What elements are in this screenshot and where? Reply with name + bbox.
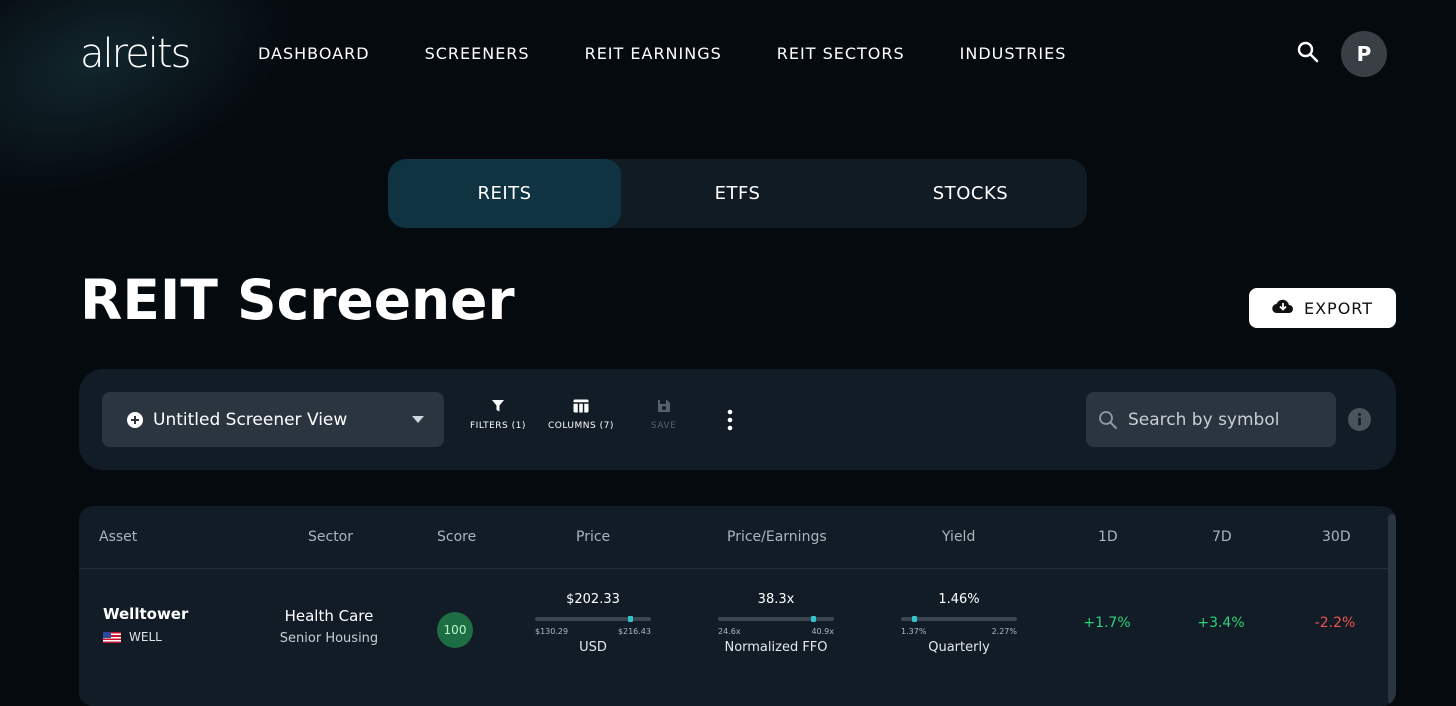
nav-dashboard[interactable]: DASHBOARD — [258, 44, 370, 64]
nav-screeners[interactable]: SCREENERS — [425, 44, 530, 64]
page-title: REIT Screener — [80, 268, 515, 332]
columns-button[interactable]: COLUMNS (7) — [548, 399, 614, 431]
chevron-down-icon — [412, 416, 424, 423]
column-header-1d[interactable]: 1D — [1098, 529, 1118, 545]
table-scrollbar[interactable] — [1388, 514, 1396, 704]
yield-range-marker — [912, 616, 918, 622]
tab-stocks[interactable]: STOCKS — [854, 159, 1087, 228]
columns-label: COLUMNS (7) — [548, 421, 614, 431]
save-button[interactable]: SAVE — [651, 399, 676, 431]
column-header-score[interactable]: Score — [437, 529, 476, 545]
column-header-yield[interactable]: Yield — [942, 529, 975, 545]
price-range-marker — [628, 616, 634, 622]
price-metric: $202.33 $130.29 $216.43 USD — [535, 592, 651, 655]
logo[interactable]: alreits — [80, 30, 191, 78]
main-nav: DASHBOARD SCREENERS REIT EARNINGS REIT S… — [258, 44, 1121, 64]
symbol-search — [1086, 392, 1336, 447]
pe-unit: Normalized FFO — [724, 640, 828, 655]
subsector-name: Senior Housing — [279, 631, 379, 646]
columns-icon — [573, 399, 589, 413]
pe-high: 40.9x — [811, 627, 834, 636]
screener-table: Asset Sector Score Price Price/Earnings … — [79, 506, 1396, 706]
asset-name[interactable]: Welltower — [103, 605, 188, 623]
pe-low: 24.6x — [718, 627, 741, 636]
screener-view-select[interactable]: Untitled Screener View — [102, 392, 444, 447]
pe-range-bar — [718, 616, 834, 622]
save-label: SAVE — [651, 421, 677, 431]
yield-low: 1.37% — [901, 627, 927, 636]
table-header: Asset Sector Score Price Price/Earnings … — [79, 506, 1389, 569]
yield-unit: Quarterly — [928, 640, 990, 655]
avatar[interactable]: P — [1341, 31, 1387, 77]
info-icon[interactable] — [1348, 408, 1371, 431]
search-icon[interactable] — [1296, 40, 1322, 66]
pe-value: 38.3x — [757, 592, 795, 607]
price-high: $216.43 — [617, 627, 651, 636]
yield-high: 2.27% — [991, 627, 1017, 636]
filters-button[interactable]: FILTERS (1) — [470, 399, 526, 431]
add-circle-icon — [127, 411, 143, 428]
table-row[interactable]: Welltower WELL Health Care Senior Housin… — [79, 569, 1389, 689]
export-label: EXPORT — [1303, 298, 1374, 318]
price-low: $130.29 — [535, 627, 569, 636]
nav-reit-earnings[interactable]: REIT EARNINGS — [585, 44, 722, 64]
cloud-download-icon — [1272, 298, 1294, 318]
sector-name: Health Care — [284, 607, 374, 625]
change-30d: -2.2% — [1314, 615, 1356, 631]
change-7d: +3.4% — [1197, 615, 1245, 631]
price-unit: USD — [579, 640, 607, 655]
column-header-price-earnings[interactable]: Price/Earnings — [727, 529, 827, 545]
price-value: $202.33 — [566, 592, 620, 607]
column-header-30d[interactable]: 30D — [1322, 529, 1351, 545]
change-1d: +1.7% — [1083, 615, 1131, 631]
symbol-search-input[interactable] — [1126, 408, 1330, 431]
score-badge: 100 — [437, 612, 473, 648]
yield-range-bar — [901, 616, 1017, 622]
filters-label: FILTERS (1) — [470, 421, 526, 431]
yield-value: 1.46% — [938, 592, 980, 607]
asset-symbol: WELL — [103, 630, 162, 644]
screener-toolbar: Untitled Screener View FILTERS (1) COLUM… — [79, 369, 1396, 470]
us-flag-icon — [103, 631, 121, 643]
save-icon — [657, 400, 670, 412]
tab-reits[interactable]: REITS — [388, 159, 621, 228]
filter-icon — [491, 400, 504, 412]
nav-reit-sectors[interactable]: REIT SECTORS — [777, 44, 905, 64]
tab-etfs[interactable]: ETFS — [621, 159, 854, 228]
asset-ticker: WELL — [129, 630, 162, 644]
export-button[interactable]: EXPORT — [1249, 288, 1396, 328]
column-header-7d[interactable]: 7D — [1212, 529, 1232, 545]
screener-view-name: Untitled Screener View — [153, 409, 348, 430]
yield-metric: 1.46% 1.37% 2.27% Quarterly — [901, 592, 1017, 655]
nav-industries[interactable]: INDUSTRIES — [960, 44, 1067, 64]
asset-type-tabs: REITS ETFS STOCKS — [388, 159, 1087, 228]
search-icon — [1099, 410, 1117, 429]
pe-metric: 38.3x 24.6x 40.9x Normalized FFO — [718, 592, 834, 655]
price-range-bar — [535, 616, 651, 622]
more-options-icon[interactable] — [723, 408, 737, 432]
pe-range-marker — [811, 616, 817, 622]
column-header-sector[interactable]: Sector — [308, 529, 353, 545]
column-header-price[interactable]: Price — [576, 529, 610, 545]
column-header-asset[interactable]: Asset — [99, 529, 137, 545]
